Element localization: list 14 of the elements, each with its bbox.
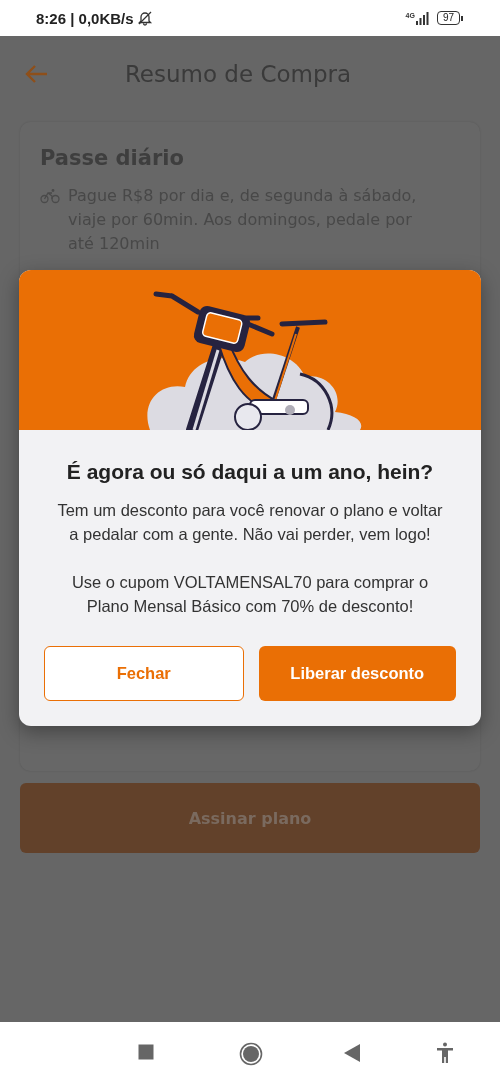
close-button[interactable]: Fechar xyxy=(44,646,244,701)
signal-icon xyxy=(415,11,430,25)
battery-indicator: 97 xyxy=(436,11,463,25)
dialog-title: É agora ou só daqui a um ano, hein? xyxy=(66,460,434,484)
accessibility-icon[interactable] xyxy=(435,1042,455,1064)
notifications-off-icon xyxy=(136,10,153,26)
status-time: 8:26 | 0,0KB/s xyxy=(36,9,134,27)
recents-icon[interactable] xyxy=(138,1044,154,1060)
dialog-message: Tem um desconto para você renovar o plano e voltar a pedalar com a gente. Não vai perder, vem logo! xyxy=(56,500,444,545)
back-icon[interactable] xyxy=(344,1044,361,1062)
bicycle-icon xyxy=(40,188,60,204)
home-icon[interactable] xyxy=(239,1042,263,1066)
dialog-message: Use o cupom VOLTAMENSAL70 para comprar o Plano Mensal Básico com 70% de desconto! xyxy=(70,572,430,617)
unlock-discount-button[interactable]: Liberar desconto xyxy=(258,646,456,701)
